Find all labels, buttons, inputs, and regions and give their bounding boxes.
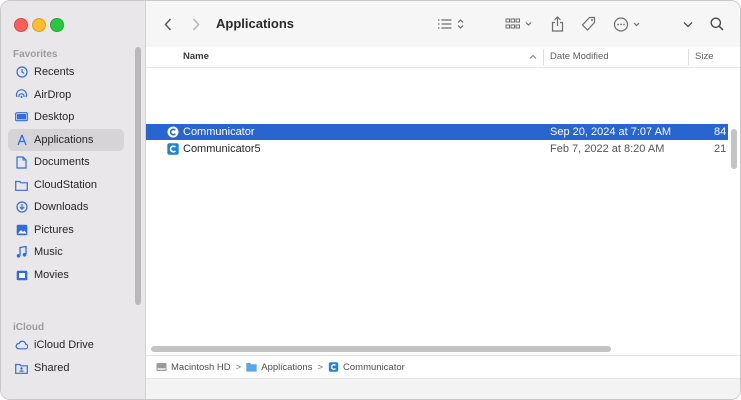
file-size: 84 <box>714 126 727 138</box>
share-icon <box>551 16 563 32</box>
path-segment-macintosh-hd[interactable]: Macintosh HD > <box>156 362 241 373</box>
sidebar-item-downloads[interactable]: Downloads <box>8 196 124 218</box>
sidebar-item-label: Documents <box>34 156 90 168</box>
sidebar-item-cloudstation[interactable]: CloudStation <box>8 174 124 196</box>
list-view-icon <box>438 19 464 29</box>
sidebar-item-label: Movies <box>34 269 69 281</box>
path-separator: > <box>235 361 242 373</box>
applications-icon <box>15 134 28 147</box>
name-column-header[interactable]: Name <box>183 51 209 62</box>
communicator5-app-icon <box>167 143 179 155</box>
date-modified-column-header[interactable]: Date Modified <box>550 51 609 62</box>
sidebar-scrollbar[interactable] <box>135 47 141 305</box>
more-actions-button[interactable] <box>613 13 645 35</box>
cloud-icon <box>15 339 28 352</box>
sidebar-item-airdrop[interactable]: AirDrop <box>8 84 124 106</box>
sidebar-item-label: CloudStation <box>34 179 97 191</box>
sidebar-item-label: Applications <box>34 134 94 146</box>
column-header: Name Date Modified Size <box>146 47 740 68</box>
finder-window: Favorites Recents AirDrop Desktop Applic… <box>0 0 741 400</box>
vertical-scrollbar[interactable] <box>731 129 737 169</box>
file-row-communicator[interactable]: Communicator Sep 20, 2024 at 7:07 AM 84 <box>146 124 728 140</box>
sidebar-item-music[interactable]: Music <box>8 241 124 263</box>
column-divider[interactable] <box>543 49 544 65</box>
path-separator: > <box>317 361 324 373</box>
music-icon <box>15 246 28 259</box>
file-row-communicator5[interactable]: Communicator5 Feb 7, 2022 at 8:20 AM 21 <box>146 141 728 157</box>
desktop-icon <box>15 111 28 124</box>
sidebar-item-documents[interactable]: Documents <box>8 151 124 173</box>
sidebar-item-label: iCloud Drive <box>34 339 94 351</box>
sidebar-item-label: AirDrop <box>34 89 72 101</box>
favorites-section-label: Favorites <box>13 49 58 60</box>
window-title: Applications <box>216 16 295 31</box>
chevron-right-icon <box>192 17 200 31</box>
tag-icon <box>581 16 596 31</box>
close-window-button[interactable] <box>14 18 28 32</box>
sidebar-item-pictures[interactable]: Pictures <box>8 219 124 241</box>
path-segment-communicator[interactable]: Communicator <box>328 362 405 373</box>
file-size: 21 <box>714 143 727 155</box>
file-name: Communicator5 <box>183 143 261 155</box>
sidebar-item-label: Music <box>34 246 63 258</box>
share-button[interactable] <box>549 13 565 35</box>
sidebar-item-icloud-drive[interactable]: iCloud Drive <box>8 334 124 356</box>
forward-button[interactable] <box>188 13 204 35</box>
path-segment-label: Communicator <box>343 361 405 373</box>
path-segment-applications[interactable]: Applications > <box>246 362 323 373</box>
sidebar-item-shared[interactable]: Shared <box>8 357 124 379</box>
sidebar-item-label: Pictures <box>34 224 74 236</box>
search-icon <box>710 17 724 31</box>
column-divider[interactable] <box>688 49 689 65</box>
download-icon <box>15 201 28 214</box>
movies-icon <box>15 269 28 282</box>
sort-ascending-icon[interactable] <box>529 54 537 59</box>
shared-folder-icon <box>15 362 28 375</box>
clock-icon <box>15 66 28 79</box>
sidebar-item-movies[interactable]: Movies <box>8 264 124 286</box>
size-column-header[interactable]: Size <box>695 51 713 62</box>
airdrop-icon <box>15 89 28 102</box>
path-segment-label: Macintosh HD <box>171 361 231 373</box>
sidebar-item-label: Recents <box>34 66 75 78</box>
communicator-app-icon <box>167 126 179 138</box>
document-icon <box>15 155 28 169</box>
toolbar: Applications <box>146 1 740 48</box>
back-button[interactable] <box>160 13 176 35</box>
chevron-down-icon <box>683 21 693 27</box>
horizontal-scrollbar[interactable] <box>151 346 611 352</box>
applications-folder-icon <box>246 363 257 372</box>
sidebar-item-label: Shared <box>34 362 70 374</box>
group-by-button[interactable] <box>505 13 535 35</box>
grid-group-icon <box>505 18 532 29</box>
path-bar: Macintosh HD > Applications > Communicat… <box>146 355 740 378</box>
file-name: Communicator <box>183 126 255 138</box>
hard-drive-icon <box>156 363 167 371</box>
sidebar: Favorites Recents AirDrop Desktop Applic… <box>1 1 146 399</box>
view-options-button[interactable] <box>437 13 469 35</box>
icloud-section-label: iCloud <box>13 322 45 333</box>
pictures-icon <box>15 224 28 237</box>
folder-icon <box>15 179 28 192</box>
zoom-window-button[interactable] <box>50 18 64 32</box>
sidebar-item-applications[interactable]: Applications <box>8 129 124 151</box>
chevron-left-icon <box>164 17 172 31</box>
sidebar-item-label: Downloads <box>34 201 89 213</box>
file-date-modified: Sep 20, 2024 at 7:07 AM <box>550 126 672 138</box>
ellipsis-circle-icon <box>613 16 640 32</box>
path-segment-label: Applications <box>261 361 313 373</box>
sidebar-item-recents[interactable]: Recents <box>8 61 124 83</box>
tags-button[interactable] <box>580 13 598 35</box>
sidebar-item-label: Desktop <box>34 111 75 123</box>
status-bar <box>146 378 740 399</box>
communicator-app-icon <box>328 362 339 372</box>
minimize-window-button[interactable] <box>32 18 46 32</box>
toolbar-overflow-button[interactable] <box>681 13 695 35</box>
sidebar-item-desktop[interactable]: Desktop <box>8 106 124 128</box>
file-date-modified: Feb 7, 2022 at 8:20 AM <box>550 143 665 155</box>
search-button[interactable] <box>709 13 725 35</box>
